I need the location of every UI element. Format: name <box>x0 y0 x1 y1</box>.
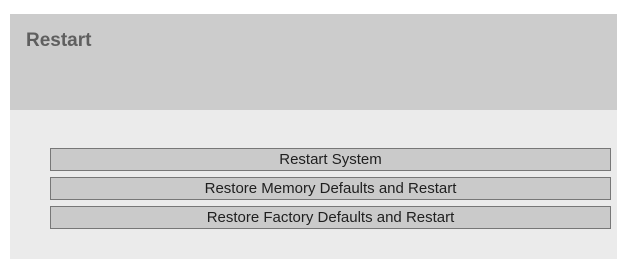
restart-actions: Restart System Restore Memory Defaults a… <box>50 148 611 235</box>
restore-memory-defaults-button[interactable]: Restore Memory Defaults and Restart <box>50 177 611 200</box>
page-title: Restart <box>26 30 92 51</box>
panel-header: Restart <box>10 14 617 110</box>
restart-system-button[interactable]: Restart System <box>50 148 611 171</box>
restart-panel: Restart Restart System Restore Memory De… <box>10 14 617 259</box>
restore-factory-defaults-button[interactable]: Restore Factory Defaults and Restart <box>50 206 611 229</box>
